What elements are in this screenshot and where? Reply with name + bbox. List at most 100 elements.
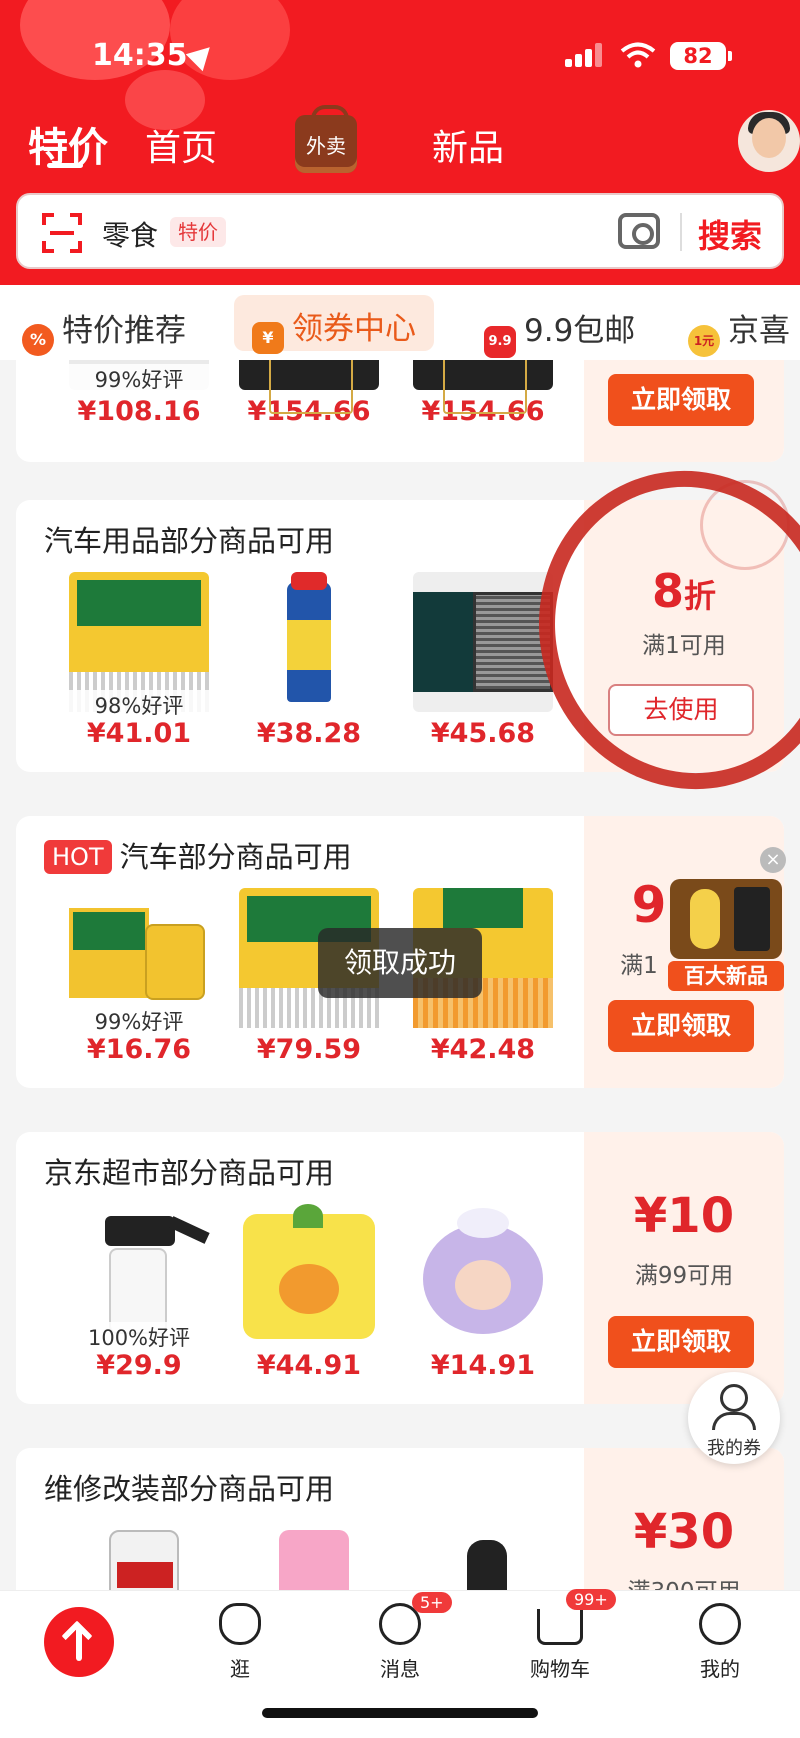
tab-home[interactable]: 首页 [145,119,217,171]
category-chips: % 特价推荐 ¥ 领券中心 9.9 9.9包邮 1元 京喜 [0,285,800,360]
card-title: 京东超市部分商品可用 [44,1156,335,1190]
tab-label: 消息 [380,1657,420,1681]
person-icon [720,1384,748,1412]
coupon-condition: 满300可用 [584,1572,784,1590]
home-indicator[interactable] [262,1708,538,1718]
product-item[interactable] [64,1520,214,1590]
coupon-panel: 立即领取 [584,360,784,462]
one-yuan-icon: 1元 [688,325,720,357]
product-item[interactable]: ¥38.28 [234,572,384,749]
chip-jingxi[interactable]: 1元 京喜 [688,305,790,357]
product-image [239,572,379,712]
tab-messages[interactable]: 5+ 消息 [345,1592,455,1682]
coupon-icon: ¥ [252,322,284,354]
price-tag-icon: 9.9 [484,326,516,358]
person-icon-body [712,1412,756,1430]
product-item[interactable]: ¥14.91 [408,1204,558,1381]
product-item[interactable]: 99%好评 ¥108.16 [64,360,214,427]
cart-badge: 99+ [566,1589,616,1610]
product-rating: 99%好评 [64,364,214,394]
coupon-card: ¥10 满99可用 立即领取 京东超市部分商品可用 100%好评 ¥29.9 ¥… [16,1132,784,1404]
can-cap [291,572,327,590]
arrow-up-icon [76,1627,82,1661]
product-item[interactable]: ¥45.68 [408,572,558,749]
my-coupons-button[interactable]: 我的券 [688,1372,780,1464]
product-item[interactable]: ¥154.66 [408,360,558,427]
product-rating: 99%好评 [64,1006,214,1036]
coupon-card: 立即领取 99%好评 ¥108.16 ¥154.66 ¥154.66 [16,360,784,462]
close-icon[interactable]: × [760,847,786,873]
hot-badge: HOT [44,840,112,874]
oil-filter [145,924,205,1000]
status-bar: 14:35 82 [0,38,800,78]
coupon-condition: 满99可用 [634,1263,734,1289]
search-bar[interactable]: 零食 特价 搜索 [16,193,784,269]
product-image [413,1204,553,1344]
cart-icon: 99+ [537,1589,616,1645]
product-price: ¥108.16 [77,396,201,427]
product-item[interactable]: 99%好评 ¥16.76 [64,888,214,1065]
product-image [413,572,553,712]
claim-button[interactable]: 立即领取 [608,1316,754,1368]
product-image [239,360,379,414]
floating-promo[interactable]: × 百大新品 [660,847,792,995]
coupon-value: ¥30 [633,1504,735,1560]
status-time: 14:35 [92,38,188,73]
back-to-top-button[interactable] [44,1607,114,1677]
search-tag: 特价 [170,217,226,247]
doll-face [455,1260,511,1310]
search-button[interactable]: 搜索 [698,211,762,257]
message-badge: 5+ [412,1592,452,1613]
product-price: ¥44.91 [256,1350,362,1381]
chip-coupon-center[interactable]: ¥ 领券中心 [234,295,434,354]
claim-button[interactable]: 立即领取 [608,374,754,426]
product-item[interactable] [234,1520,384,1590]
product-price: ¥45.68 [430,718,536,749]
takeout-bag-icon[interactable]: 外卖 [295,105,357,173]
sprayer-head [105,1216,175,1246]
fire-icon: % [22,324,54,356]
profile-icon [699,1603,741,1645]
product-image [239,1204,379,1344]
product-price: ¥79.59 [256,1034,362,1065]
divider [680,213,682,251]
chip-label: 特价推荐 [62,313,186,349]
camera-icon[interactable] [618,213,660,249]
coupon-panel: ¥10 满99可用 立即领取 [584,1132,784,1404]
card-title: 汽车用品部分商品可用 [44,524,335,558]
chip-label: 领券中心 [292,311,416,347]
my-coupons-label: 我的券 [707,1438,761,1459]
product-rating: 98%好评 [64,690,214,720]
location-arrow-icon [185,38,219,72]
pillow-face [279,1264,339,1314]
active-tab-indicator [47,163,83,168]
coupon-card: ¥30 满300可用 维修改装部分商品可用 [16,1448,784,1590]
tab-cart[interactable]: 99+ 购物车 [505,1589,616,1682]
promo-tag: 百大新品 [668,961,784,991]
chat-bubble-icon: 5+ [379,1592,452,1645]
product-item[interactable]: ¥154.66 [234,360,384,427]
chip-free-shipping[interactable]: 9.9 9.9包邮 [484,305,635,358]
battery-indicator: 82 [670,42,732,70]
scan-icon[interactable] [42,213,82,253]
avatar[interactable] [738,110,800,172]
search-input[interactable]: 零食 [102,214,158,254]
product-item[interactable]: ¥44.91 [234,1204,384,1381]
pillow-leaf [293,1204,323,1228]
tab-label: 购物车 [530,1657,590,1681]
tab-new-products[interactable]: 新品 [432,119,504,171]
browse-icon [219,1603,261,1645]
promo-image [670,879,782,959]
product-item[interactable]: 100%好评 ¥29.9 [64,1204,214,1381]
product-item[interactable] [408,1520,558,1590]
product-price: ¥41.01 [86,718,192,749]
product-image [413,360,553,414]
product-price: ¥14.91 [430,1350,536,1381]
product-item[interactable]: 98%好评 ¥41.01 [64,572,214,749]
chip-special-recommend[interactable]: % 特价推荐 [22,305,186,356]
tab-profile[interactable]: 我的 [665,1603,775,1682]
claim-button[interactable]: 立即领取 [608,1000,754,1052]
coupon-panel: ¥30 满300可用 [584,1448,784,1590]
brand-label [443,888,523,928]
tab-browse[interactable]: 逛 [185,1603,295,1682]
